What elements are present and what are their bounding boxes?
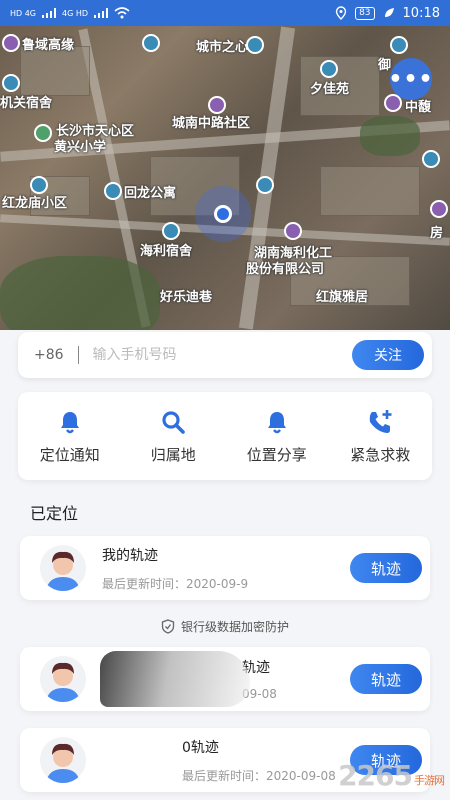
watermark-logo: 2265 手游网	[338, 759, 445, 792]
phone-plus-icon	[370, 409, 392, 433]
current-location-marker	[195, 186, 251, 242]
poi-icon[interactable]	[430, 200, 448, 218]
network-label-left: HD 4G	[10, 8, 37, 18]
shield-icon	[161, 619, 175, 634]
poi-icon[interactable]	[104, 182, 122, 200]
track-updated-time: 最后更新时间：2020-09-9	[102, 576, 249, 591]
map-label: 鲁域高缘	[22, 38, 75, 53]
bus-stop-icon[interactable]	[142, 34, 160, 52]
map-label: 红龙庙小区	[2, 196, 68, 211]
poi-icon[interactable]	[246, 36, 264, 54]
avatar	[40, 656, 86, 702]
track-name: 0轨迹	[182, 739, 219, 756]
feature-label: 紧急求救	[350, 445, 411, 464]
map-label: 回龙公寓	[124, 186, 177, 201]
divider	[77, 346, 79, 364]
satellite-map[interactable]: 鲁域高缘 城市之心 御 夕佳苑 中馥 机关宿舍 城南中路社区 长沙市天心区 黄兴…	[0, 26, 450, 330]
map-label: 城南中路社区	[172, 116, 251, 131]
track-updated-time: 09-08	[242, 687, 277, 701]
track-name: 我的轨迹	[102, 547, 158, 564]
feature-label: 位置分享	[246, 445, 307, 464]
poi-icon[interactable]	[390, 36, 408, 54]
bell-icon	[60, 411, 79, 433]
track-button[interactable]: 轨迹	[350, 664, 422, 694]
leaf-icon	[384, 8, 394, 17]
signal-icon	[42, 8, 57, 18]
feature-grid: 定位通知 归属地 位置分享 紧急求救	[18, 392, 432, 480]
poi-icon[interactable]	[320, 60, 338, 78]
person-avatar-icon	[46, 551, 80, 591]
redaction-smear	[100, 651, 250, 707]
poi-icon[interactable]	[162, 222, 180, 240]
map-label: 夕佳苑	[310, 82, 350, 97]
feature-location-notify[interactable]: 定位通知	[18, 392, 122, 480]
map-label: 黄兴小学	[54, 140, 107, 155]
poi-icon[interactable]	[2, 34, 20, 52]
wifi-icon	[114, 7, 130, 19]
network-indicators: HD 4G 4G HD	[10, 7, 130, 19]
poi-icon[interactable]	[2, 74, 20, 92]
location-dot	[214, 205, 232, 223]
map-label: 机关宿舍	[0, 96, 53, 111]
bus-stop-icon[interactable]	[422, 150, 440, 168]
map-label: 股份有限公司	[246, 262, 325, 277]
map-building	[20, 46, 90, 96]
person-avatar-icon	[46, 743, 80, 783]
feature-label: 定位通知	[39, 445, 100, 464]
phone-input[interactable]	[92, 347, 352, 363]
country-code[interactable]: +86	[34, 347, 64, 363]
track-updated-time: 最后更新时间：2020-09-08	[182, 768, 336, 783]
search-icon	[162, 410, 186, 434]
feature-location-share[interactable]: 位置分享	[225, 392, 329, 480]
clock: 10:18	[402, 5, 440, 21]
map-park	[360, 116, 420, 156]
security-note: 银行级数据加密防护	[0, 618, 450, 635]
track-card[interactable]: 我的轨迹 最后更新时间：2020-09-9 轨迹	[20, 536, 430, 600]
map-label: 海利宿舍	[140, 244, 193, 259]
person-avatar-icon	[46, 662, 80, 702]
signal-icon-2	[94, 8, 109, 18]
follow-button[interactable]: 关注	[352, 340, 424, 370]
avatar	[40, 545, 86, 591]
location-status-icon	[335, 6, 347, 20]
map-label: 房	[430, 226, 444, 241]
track-card[interactable]: 轨迹 09-08 轨迹	[20, 647, 430, 711]
phone-follow-card: +86 关注	[18, 332, 432, 378]
network-label-right: 4G HD	[62, 8, 89, 18]
map-building	[320, 166, 420, 216]
poi-icon[interactable]	[208, 96, 226, 114]
status-bar: HD 4G 4G HD 83 10:18	[0, 0, 450, 26]
feature-attribution[interactable]: 归属地	[122, 392, 226, 480]
map-stadium	[0, 256, 160, 330]
track-button[interactable]: 轨迹	[350, 553, 422, 583]
located-section-title: 已定位	[30, 504, 79, 523]
poi-icon[interactable]	[34, 124, 52, 142]
map-label: 红旗雅居	[316, 290, 369, 305]
feature-emergency[interactable]: 紧急求救	[329, 392, 433, 480]
map-label: 城市之心	[196, 40, 249, 55]
battery-indicator: 83	[355, 6, 375, 20]
poi-icon[interactable]	[30, 176, 48, 194]
more-button[interactable]: •••	[388, 58, 433, 100]
track-name: 轨迹	[242, 660, 270, 676]
watermark-sub: 手游网	[414, 774, 445, 787]
map-label: 好乐迪巷	[160, 290, 213, 305]
poi-icon[interactable]	[284, 222, 302, 240]
feature-label: 归属地	[150, 445, 196, 464]
security-note-text: 银行级数据加密防护	[180, 620, 289, 634]
avatar	[40, 737, 86, 783]
bus-stop-icon[interactable]	[256, 176, 274, 194]
watermark-text: 2265	[338, 759, 413, 792]
bell-icon	[267, 411, 286, 433]
